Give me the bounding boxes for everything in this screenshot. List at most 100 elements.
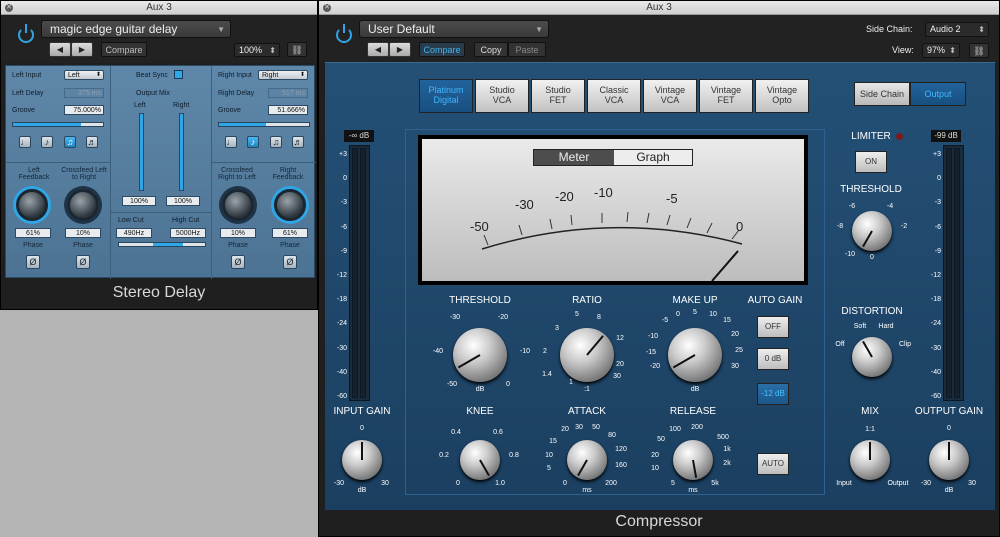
copy-button[interactable]: Copy — [474, 42, 508, 57]
prev-preset-button[interactable]: ◀ — [49, 42, 71, 57]
note-icon[interactable]: ♪ — [41, 136, 53, 148]
note-icon[interactable]: ♪ — [247, 136, 259, 148]
link-icon[interactable]: ⛓ — [287, 42, 307, 57]
side-chain-value: Audio 2 — [930, 24, 961, 34]
phase-icon[interactable]: Ø — [26, 255, 40, 269]
model-button[interactable]: Vintage Opto — [755, 79, 809, 113]
note-icon[interactable]: ♬ — [292, 136, 304, 148]
next-preset-button[interactable]: ▶ — [71, 42, 93, 57]
crossfeed-rl-knob[interactable] — [222, 189, 254, 221]
low-cut-field[interactable]: 490Hz — [116, 228, 152, 238]
side-chain-select[interactable]: Audio 2 ⬍ — [925, 22, 989, 37]
compare-button[interactable]: Compare — [419, 42, 465, 57]
model-button[interactable]: Vintage FET — [699, 79, 753, 113]
model-button[interactable]: Classic VCA — [587, 79, 641, 113]
attack-knob[interactable] — [567, 440, 607, 480]
divider — [6, 162, 110, 163]
out-right-field[interactable]: 100% — [166, 196, 200, 206]
model-button[interactable]: Studio FET — [531, 79, 585, 113]
left-groove-field[interactable]: 75.000% — [64, 105, 104, 115]
meter-scale-label: 0 — [343, 175, 347, 183]
release-scale: 50 — [657, 436, 665, 443]
output-button[interactable]: Output — [910, 82, 966, 106]
auto-gain-off-button[interactable]: OFF — [757, 316, 789, 338]
right-groove-field[interactable]: 51.666% — [268, 105, 308, 115]
left-input-select[interactable]: Left ⬍ — [64, 70, 104, 80]
note-icon[interactable]: ♬ — [86, 136, 98, 148]
auto-gain-12db-button[interactable]: -12 dB — [757, 383, 789, 405]
knee-scale: 1.0 — [495, 480, 505, 487]
makeup-scale: -5 — [661, 317, 669, 324]
limiter-threshold-knob[interactable] — [852, 211, 892, 251]
phase-icon[interactable]: Ø — [231, 255, 245, 269]
release-knob[interactable] — [673, 440, 713, 480]
right-groove-slider[interactable] — [218, 122, 310, 127]
left-groove-slider[interactable] — [12, 122, 104, 127]
note-icon[interactable]: ♩ — [225, 136, 237, 148]
left-feedback-knob[interactable] — [16, 189, 48, 221]
output-gain-knob[interactable] — [929, 440, 969, 480]
close-icon[interactable]: ✕ — [5, 4, 13, 12]
knee-knob[interactable] — [460, 440, 500, 480]
stepper-icon: ⬍ — [949, 46, 956, 55]
cp-footer-title: Compressor — [615, 513, 703, 530]
distortion-knob[interactable] — [852, 337, 892, 377]
beat-sync-toggle[interactable] — [174, 70, 183, 79]
limiter-on-button[interactable]: ON — [855, 151, 887, 173]
knob-pointer — [692, 459, 698, 478]
sd-header: magic edge guitar delay ▼ ◀ ▶ Compare 100… — [1, 16, 317, 63]
right-feedback-knob[interactable] — [274, 189, 306, 221]
crossfeed-lr-field[interactable]: 10% — [65, 228, 101, 238]
crossfeed-lr-knob[interactable] — [67, 189, 99, 221]
model-line-2: Digital — [433, 95, 459, 105]
prev-preset-button[interactable]: ◀ — [367, 42, 389, 57]
out-left-slider[interactable] — [139, 113, 144, 191]
out-right-slider[interactable] — [179, 113, 184, 191]
low-cut-label: Low Cut — [118, 217, 144, 224]
ms-unit: ms — [688, 487, 698, 494]
power-icon[interactable] — [336, 24, 352, 43]
phase-icon[interactable]: Ø — [76, 255, 90, 269]
out-left-field[interactable]: 100% — [122, 196, 156, 206]
sd-preset-menu[interactable]: magic edge guitar delay ▼ — [41, 20, 231, 38]
high-cut-field[interactable]: 5000Hz — [170, 228, 206, 238]
right-input-select[interactable]: Right ⬍ — [258, 70, 308, 80]
note-icon[interactable]: ♩ — [19, 136, 31, 148]
auto-release-button[interactable]: AUTO — [757, 453, 789, 475]
left-input-label: Left Input — [12, 72, 42, 79]
mix-knob[interactable] — [850, 440, 890, 480]
side-chain-button[interactable]: Side Chain — [854, 82, 910, 106]
note-icon[interactable]: ♫ — [64, 136, 76, 148]
crossfeed-rl-field[interactable]: 10% — [220, 228, 256, 238]
left-feedback-field[interactable]: 61% — [15, 228, 51, 238]
divider — [110, 66, 111, 279]
groove-label: Groove — [12, 107, 35, 114]
model-button[interactable]: Vintage VCA — [643, 79, 697, 113]
left-delay-field[interactable]: 375 ms — [64, 88, 104, 98]
cut-range-slider[interactable] — [118, 242, 206, 247]
makeup-label: MAKE UP — [672, 295, 718, 306]
cp-preset-menu[interactable]: User Default ▼ — [359, 20, 549, 38]
right-feedback-field[interactable]: 61% — [272, 228, 308, 238]
input-gain-knob[interactable] — [342, 440, 382, 480]
power-icon[interactable] — [18, 24, 34, 43]
view-select[interactable]: 97% ⬍ — [922, 43, 960, 58]
stepper-icon: ⬍ — [269, 46, 276, 55]
vu-label: -50 — [470, 219, 489, 234]
model-button[interactable]: Platinum Digital — [419, 79, 473, 113]
next-preset-button[interactable]: ▶ — [389, 42, 411, 57]
output-meter-value: -99 dB — [931, 130, 961, 142]
compare-button[interactable]: Compare — [101, 42, 147, 57]
zoom-select[interactable]: 100% ⬍ — [234, 43, 280, 57]
note-icon[interactable]: ♫ — [270, 136, 282, 148]
paste-button[interactable]: Paste — [508, 42, 546, 57]
model-button[interactable]: Studio VCA — [475, 79, 529, 113]
phase-icon[interactable]: Ø — [283, 255, 297, 269]
output-mix-label: Output Mix — [136, 90, 170, 97]
close-icon[interactable]: ✕ — [323, 4, 331, 12]
threshold-knob[interactable] — [453, 328, 507, 382]
right-delay-field[interactable]: 517 ms — [268, 88, 308, 98]
auto-gain-0db-button[interactable]: 0 dB — [757, 348, 789, 370]
makeup-knob[interactable] — [668, 328, 722, 382]
link-icon[interactable]: ⛓ — [969, 43, 989, 58]
